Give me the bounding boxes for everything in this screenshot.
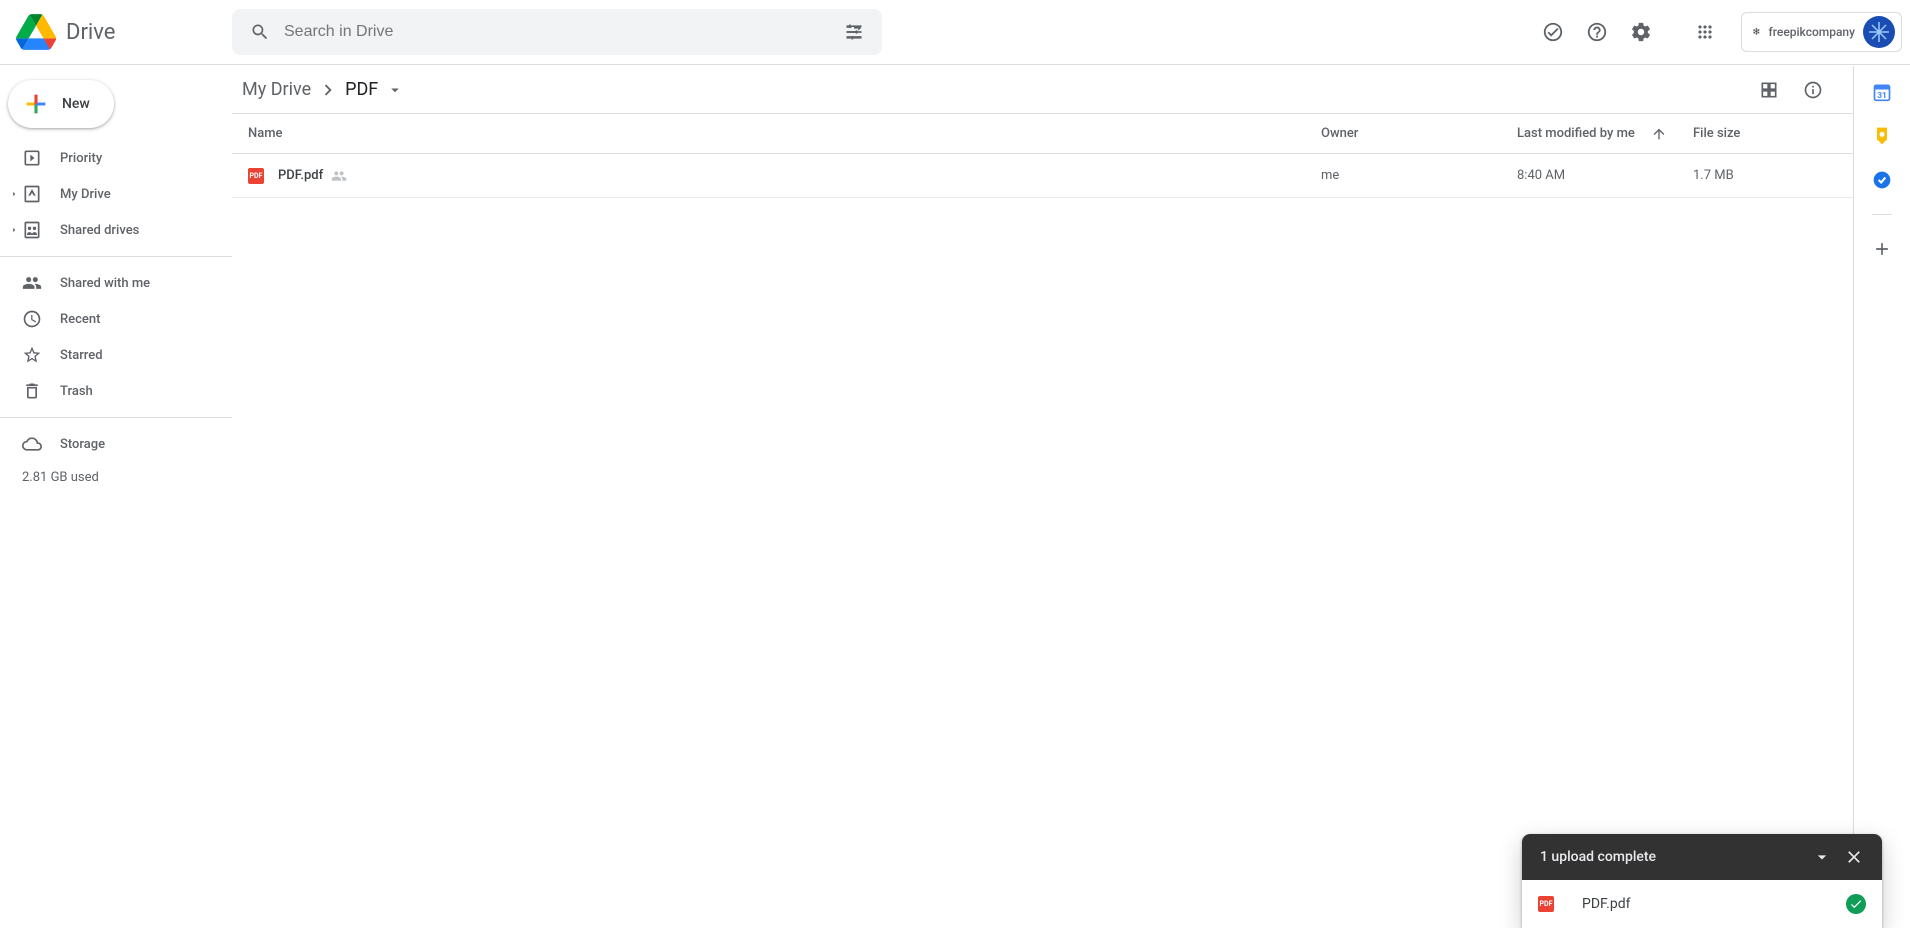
file-modified: 8:40 AM: [1517, 168, 1693, 183]
sidebar-item-label: Trash: [60, 384, 93, 399]
chevron-down-icon[interactable]: [386, 81, 404, 99]
drive-logo-icon: [16, 12, 56, 52]
svg-text:31: 31: [1877, 91, 1887, 101]
tasks-icon[interactable]: [1872, 170, 1892, 190]
column-name[interactable]: Name: [248, 126, 1321, 141]
storage-used: 2.81 GB used: [0, 462, 232, 485]
upload-toast: 1 upload complete PDF PDF.pdf: [1522, 834, 1882, 928]
sidebar-item-mydrive[interactable]: My Drive: [0, 176, 232, 212]
sidebar-item-sharedwithme[interactable]: Shared with me: [0, 265, 232, 301]
sidebar: New Priority My Drive Shared drives Shar…: [0, 66, 232, 928]
drive-logo[interactable]: Drive: [16, 12, 232, 52]
sort-up-icon: [1651, 126, 1667, 142]
details-icon[interactable]: [1793, 70, 1833, 110]
toast-close-button[interactable]: [1838, 841, 1870, 873]
upload-success-icon: [1846, 894, 1866, 914]
sidebar-item-label: My Drive: [60, 187, 111, 202]
account-avatar[interactable]: [1863, 16, 1895, 48]
file-size: 1.7 MB: [1693, 168, 1853, 183]
org-chip[interactable]: ❄ freepikcompany: [1741, 12, 1902, 52]
chevron-right-icon: [317, 79, 339, 101]
mydrive-icon: [22, 184, 42, 204]
sidebar-item-label: Shared drives: [60, 223, 139, 238]
expand-icon[interactable]: [8, 189, 20, 199]
sidebar-item-shareddrives[interactable]: Shared drives: [0, 212, 232, 248]
search-options-icon[interactable]: [834, 12, 874, 52]
side-panel: 31: [1854, 66, 1910, 928]
apps-icon[interactable]: [1685, 12, 1725, 52]
pdf-icon: PDF: [1538, 896, 1554, 912]
toast-collapse-button[interactable]: [1806, 841, 1838, 873]
sidebar-item-trash[interactable]: Trash: [0, 373, 232, 409]
sidebar-item-label: Priority: [60, 151, 102, 166]
breadcrumb-root[interactable]: My Drive: [236, 75, 317, 104]
keep-icon[interactable]: [1872, 126, 1892, 146]
star-icon: [22, 345, 42, 365]
priority-icon: [22, 148, 42, 168]
sidebar-item-label: Storage: [60, 437, 105, 452]
grid-view-icon[interactable]: [1749, 70, 1789, 110]
trash-icon: [22, 381, 42, 401]
column-owner[interactable]: Owner: [1321, 126, 1517, 141]
toast-file-name: PDF.pdf: [1582, 896, 1630, 912]
file-name: PDF.pdf: [278, 168, 323, 183]
cloud-icon: [22, 434, 42, 454]
shared-icon: [331, 168, 347, 184]
drive-title: Drive: [66, 20, 115, 45]
search-icon[interactable]: [240, 12, 280, 52]
pdf-icon: PDF: [248, 168, 264, 184]
sidebar-item-starred[interactable]: Starred: [0, 337, 232, 373]
sidebar-item-storage[interactable]: Storage: [0, 426, 232, 462]
people-icon: [22, 273, 42, 293]
clock-icon: [22, 309, 42, 329]
search-box[interactable]: [232, 9, 882, 55]
sidebar-item-label: Shared with me: [60, 276, 150, 291]
new-button-label: New: [62, 96, 90, 112]
file-owner: me: [1321, 168, 1517, 183]
sidebar-item-label: Recent: [60, 312, 100, 327]
org-label: freepikcompany: [1769, 25, 1855, 39]
calendar-icon[interactable]: 31: [1872, 82, 1892, 102]
toast-title: 1 upload complete: [1540, 849, 1656, 865]
sidebar-item-recent[interactable]: Recent: [0, 301, 232, 337]
column-size[interactable]: File size: [1693, 126, 1853, 141]
sidebar-item-label: Starred: [60, 348, 103, 363]
ready-offline-icon[interactable]: [1533, 12, 1573, 52]
column-headers: Name Owner Last modified by me File size: [232, 114, 1853, 154]
toast-file-row[interactable]: PDF PDF.pdf: [1522, 880, 1882, 928]
file-row[interactable]: PDF PDF.pdf me 8:40 AM 1.7 MB: [232, 154, 1853, 198]
support-icon[interactable]: [1577, 12, 1617, 52]
org-logo-icon: ❄: [1752, 27, 1760, 38]
column-modified[interactable]: Last modified by me: [1517, 126, 1693, 142]
settings-icon[interactable]: [1621, 12, 1661, 52]
sidebar-item-priority[interactable]: Priority: [0, 140, 232, 176]
shareddrives-icon: [22, 220, 42, 240]
search-input[interactable]: [280, 23, 834, 41]
plus-icon: [22, 90, 50, 118]
add-addon-icon[interactable]: [1872, 239, 1892, 259]
new-button[interactable]: New: [8, 80, 114, 128]
expand-icon[interactable]: [8, 225, 20, 235]
breadcrumb-current[interactable]: PDF: [339, 75, 384, 104]
